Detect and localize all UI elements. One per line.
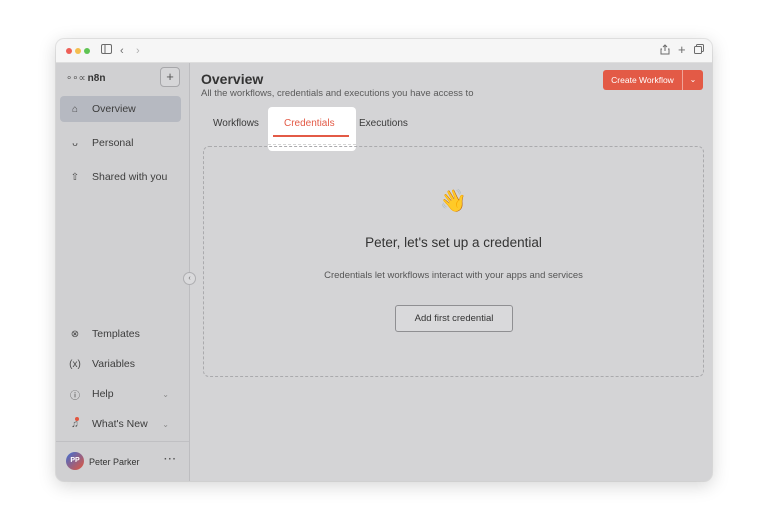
chevron-right-icon[interactable]: › <box>136 44 140 58</box>
title-bar: ‹ › + <box>56 39 712 63</box>
logo-text: n8n <box>87 73 106 84</box>
tab-divider <box>268 144 356 145</box>
chevron-down-icon: ⌄ <box>162 419 169 429</box>
active-tab-indicator <box>273 135 349 137</box>
logo[interactable]: ∘∘∝ n8n <box>66 73 105 84</box>
empty-state-description: Credentials let workflows interact with … <box>324 270 583 281</box>
user-name: Peter Parker <box>89 457 140 467</box>
create-workflow-button[interactable]: Create Workflow <box>603 70 683 90</box>
zoom-window-button[interactable] <box>84 48 90 54</box>
sidebar-icon[interactable] <box>101 44 112 58</box>
sidebar-item-shared-with-you[interactable]: ⇧ Shared with you <box>60 164 181 190</box>
sidebar-item-label: Overview <box>92 103 136 115</box>
add-button[interactable]: + <box>160 67 180 87</box>
waving-hand-icon: 👋 <box>439 188 468 213</box>
minimize-window-button[interactable] <box>75 48 81 54</box>
chevron-down-icon: ⌄ <box>162 389 169 399</box>
main-content: Overview All the workflows, credentials … <box>191 63 712 481</box>
sidebar-item-label: What's New <box>92 418 148 430</box>
page-title: Overview <box>201 71 264 87</box>
sidebar: ∘∘∝ n8n + ⌂ Overview ᴗ Personal ⇧ Shared … <box>56 63 190 481</box>
tab-executions[interactable]: Executions <box>359 118 408 129</box>
share-icon[interactable] <box>660 44 670 59</box>
sidebar-item-whats-new[interactable]: ♫ What's New ⌄ <box>60 411 181 437</box>
empty-state-panel: 👋 Peter, let's set up a credential Crede… <box>203 146 704 377</box>
sidebar-item-label: Help <box>92 388 114 400</box>
box-icon: ⊗ <box>70 328 80 340</box>
variables-icon: (x) <box>69 358 81 370</box>
sidebar-item-help[interactable]: ⓘ Help ⌄ <box>60 381 181 407</box>
sidebar-item-label: Personal <box>92 137 134 149</box>
chevron-down-icon[interactable]: ⌄ <box>683 70 703 90</box>
sidebar-item-variables[interactable]: (x) Variables <box>60 351 181 377</box>
divider <box>56 441 189 442</box>
plus-icon[interactable]: + <box>678 43 686 57</box>
home-icon: ⌂ <box>71 103 79 115</box>
notification-dot <box>75 417 79 421</box>
logo-icon: ∘∘∝ <box>66 73 86 84</box>
avatar[interactable]: PP <box>66 452 84 470</box>
close-window-button[interactable] <box>66 48 72 54</box>
sidebar-item-label: Variables <box>92 358 135 370</box>
empty-state-title: Peter, let's set up a credential <box>365 235 542 250</box>
chevron-left-icon[interactable]: ‹ <box>120 44 124 58</box>
sidebar-item-templates[interactable]: ⊗ Templates <box>60 321 181 347</box>
tab-credentials[interactable]: Credentials <box>284 118 335 129</box>
sidebar-item-overview[interactable]: ⌂ Overview <box>60 96 181 122</box>
add-first-credential-button[interactable]: Add first credential <box>395 305 513 332</box>
page-subtitle: All the workflows, credentials and execu… <box>201 88 474 99</box>
sidebar-item-label: Templates <box>92 328 140 340</box>
share-icon: ⇧ <box>70 171 80 183</box>
create-workflow-button-group: Create Workflow ⌄ <box>603 70 703 90</box>
copy-icon[interactable] <box>694 44 704 58</box>
user-icon: ᴗ <box>72 137 78 149</box>
help-icon: ⓘ <box>70 390 80 402</box>
browser-window: ‹ › + ∘∘∝ n8n + ⌂ Overview ᴗ Personal ⇧ S… <box>56 39 712 481</box>
sidebar-item-personal[interactable]: ᴗ Personal <box>60 130 181 156</box>
more-options-icon[interactable]: ··· <box>164 454 177 465</box>
sidebar-item-label: Shared with you <box>92 171 168 183</box>
tab-workflows[interactable]: Workflows <box>213 118 259 129</box>
